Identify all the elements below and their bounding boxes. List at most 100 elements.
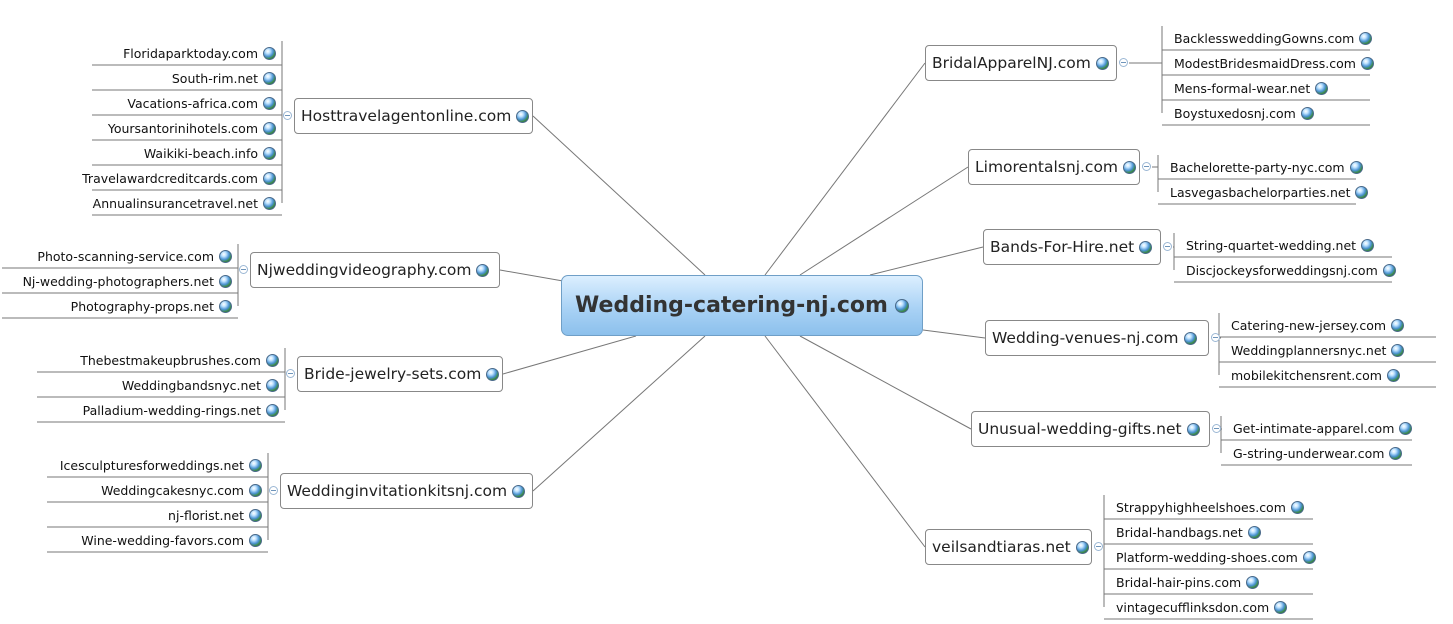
leaf-topic[interactable]: Mens-formal-wear.net [1174, 76, 1370, 100]
hyperlink-globe-icon[interactable] [1386, 368, 1400, 382]
hyperlink-globe-icon[interactable] [1290, 500, 1304, 514]
leaf-topic[interactable]: Strappyhighheelshoes.com [1116, 495, 1313, 519]
hyperlink-globe-icon[interactable] [266, 403, 279, 417]
hyperlink-globe-icon[interactable] [1355, 185, 1369, 199]
hyperlink-globe-icon[interactable] [1186, 422, 1200, 436]
collapse-toggle-icon[interactable] [1094, 542, 1103, 551]
leaf-topic[interactable]: Weddingcakesnyc.com [55, 478, 262, 502]
leaf-topic[interactable]: Thebestmakeupbrushes.com [45, 348, 279, 372]
hyperlink-globe-icon[interactable] [512, 484, 526, 498]
hyperlink-globe-icon[interactable] [249, 458, 262, 472]
branch-topic[interactable]: Njweddingvideography.com [250, 252, 500, 288]
hyperlink-globe-icon[interactable] [1399, 421, 1413, 435]
collapse-toggle-icon[interactable] [1142, 162, 1151, 171]
leaf-topic[interactable]: Bachelorette-party-nyc.com [1170, 155, 1363, 179]
hyperlink-globe-icon[interactable] [1274, 600, 1288, 614]
leaf-topic[interactable]: Travelawardcreditcards.com [82, 166, 276, 190]
hyperlink-globe-icon[interactable] [1123, 160, 1137, 174]
collapse-toggle-icon[interactable] [1212, 424, 1221, 433]
branch-topic[interactable]: Bride-jewelry-sets.com [297, 356, 503, 392]
leaf-topic[interactable]: String-quartet-wedding.net [1186, 233, 1392, 257]
leaf-topic[interactable]: Icesculpturesforweddings.net [55, 453, 262, 477]
hyperlink-globe-icon[interactable] [1095, 56, 1109, 70]
leaf-topic[interactable]: Get-intimate-apparel.com [1233, 416, 1413, 440]
leaf-topic[interactable]: Lasvegasbachelorparties.net [1170, 180, 1369, 204]
hyperlink-globe-icon[interactable] [249, 508, 262, 522]
branch-topic[interactable]: veilsandtiaras.net [925, 529, 1092, 565]
leaf-topic[interactable]: vintagecufflinksdon.com [1116, 595, 1313, 619]
collapse-toggle-icon[interactable] [1163, 242, 1172, 251]
hyperlink-globe-icon[interactable] [1247, 525, 1261, 539]
hyperlink-globe-icon[interactable] [263, 96, 276, 110]
branch-topic[interactable]: Weddinginvitationkitsnj.com [280, 473, 533, 509]
hyperlink-globe-icon[interactable] [1361, 238, 1375, 252]
hyperlink-globe-icon[interactable] [1246, 575, 1260, 589]
collapse-toggle-icon[interactable] [283, 111, 292, 120]
branch-topic[interactable]: Wedding-venues-nj.com [985, 320, 1209, 356]
central-topic[interactable]: Wedding-catering-nj.com [561, 275, 923, 336]
leaf-topic[interactable]: Photography-props.net [10, 294, 232, 318]
hyperlink-globe-icon[interactable] [249, 483, 262, 497]
hyperlink-globe-icon[interactable] [894, 298, 909, 313]
hyperlink-globe-icon[interactable] [1382, 263, 1396, 277]
leaf-topic[interactable]: Annualinsurancetravel.net [93, 191, 276, 215]
hyperlink-globe-icon[interactable] [1183, 331, 1197, 345]
hyperlink-globe-icon[interactable] [263, 121, 276, 135]
collapse-toggle-icon[interactable] [286, 369, 295, 378]
hyperlink-globe-icon[interactable] [266, 378, 279, 392]
leaf-topic[interactable]: Weddingplannersnyc.net [1231, 338, 1436, 362]
leaf-topic[interactable]: Palladium-wedding-rings.net [45, 398, 279, 422]
hyperlink-globe-icon[interactable] [476, 263, 490, 277]
leaf-topic[interactable]: Bridal-hair-pins.com [1116, 570, 1313, 594]
leaf-topic[interactable]: Platform-wedding-shoes.com [1116, 545, 1316, 569]
collapse-toggle-icon[interactable] [239, 265, 248, 274]
leaf-topic[interactable]: Weddingbandsnyc.net [45, 373, 279, 397]
hyperlink-globe-icon[interactable] [1359, 31, 1373, 45]
hyperlink-globe-icon[interactable] [263, 196, 276, 210]
hyperlink-globe-icon[interactable] [1300, 106, 1314, 120]
hyperlink-globe-icon[interactable] [1391, 343, 1405, 357]
collapse-toggle-icon[interactable] [269, 486, 278, 495]
branch-topic[interactable]: Hosttravelagentonline.com [294, 98, 533, 134]
hyperlink-globe-icon[interactable] [249, 533, 262, 547]
hyperlink-globe-icon[interactable] [219, 274, 232, 288]
leaf-topic[interactable]: Wine-wedding-favors.com [55, 528, 262, 552]
leaf-topic[interactable]: Vacations-africa.com [100, 91, 276, 115]
leaf-topic[interactable]: BacklessweddingGowns.com [1174, 26, 1373, 50]
leaf-topic[interactable]: Nj-wedding-photographers.net [10, 269, 232, 293]
branch-topic[interactable]: Unusual-wedding-gifts.net [971, 411, 1210, 447]
leaf-topic[interactable]: Bridal-handbags.net [1116, 520, 1313, 544]
hyperlink-globe-icon[interactable] [263, 71, 276, 85]
hyperlink-globe-icon[interactable] [1075, 540, 1089, 554]
hyperlink-globe-icon[interactable] [516, 109, 530, 123]
leaf-topic[interactable]: nj-florist.net [55, 503, 262, 527]
leaf-topic[interactable]: mobilekitchensrent.com [1231, 363, 1436, 387]
hyperlink-globe-icon[interactable] [1315, 81, 1329, 95]
leaf-topic[interactable]: Discjockeysforweddingsnj.com [1186, 258, 1396, 282]
collapse-toggle-icon[interactable] [1119, 58, 1128, 67]
hyperlink-globe-icon[interactable] [1391, 318, 1405, 332]
hyperlink-globe-icon[interactable] [219, 299, 232, 313]
leaf-topic[interactable]: South-rim.net [100, 66, 276, 90]
collapse-toggle-icon[interactable] [1211, 333, 1220, 342]
hyperlink-globe-icon[interactable] [1349, 160, 1363, 174]
leaf-topic[interactable]: Catering-new-jersey.com [1231, 313, 1436, 337]
hyperlink-globe-icon[interactable] [263, 146, 276, 160]
leaf-topic[interactable]: Waikiki-beach.info [100, 141, 276, 165]
hyperlink-globe-icon[interactable] [263, 46, 276, 60]
branch-topic[interactable]: Limorentalsnj.com [968, 149, 1140, 185]
hyperlink-globe-icon[interactable] [1139, 240, 1153, 254]
branch-topic[interactable]: BridalApparelNJ.com [925, 45, 1117, 81]
hyperlink-globe-icon[interactable] [263, 171, 276, 185]
branch-topic[interactable]: Bands-For-Hire.net [983, 229, 1161, 265]
leaf-topic[interactable]: Floridaparktoday.com [100, 41, 276, 65]
hyperlink-globe-icon[interactable] [219, 249, 232, 263]
hyperlink-globe-icon[interactable] [486, 367, 500, 381]
hyperlink-globe-icon[interactable] [266, 353, 279, 367]
hyperlink-globe-icon[interactable] [1360, 56, 1374, 70]
hyperlink-globe-icon[interactable] [1302, 550, 1316, 564]
leaf-topic[interactable]: ModestBridesmaidDress.com [1174, 51, 1374, 75]
leaf-topic[interactable]: Photo-scanning-service.com [10, 244, 232, 268]
leaf-topic[interactable]: Yoursantorinihotels.com [100, 116, 276, 140]
hyperlink-globe-icon[interactable] [1389, 446, 1403, 460]
